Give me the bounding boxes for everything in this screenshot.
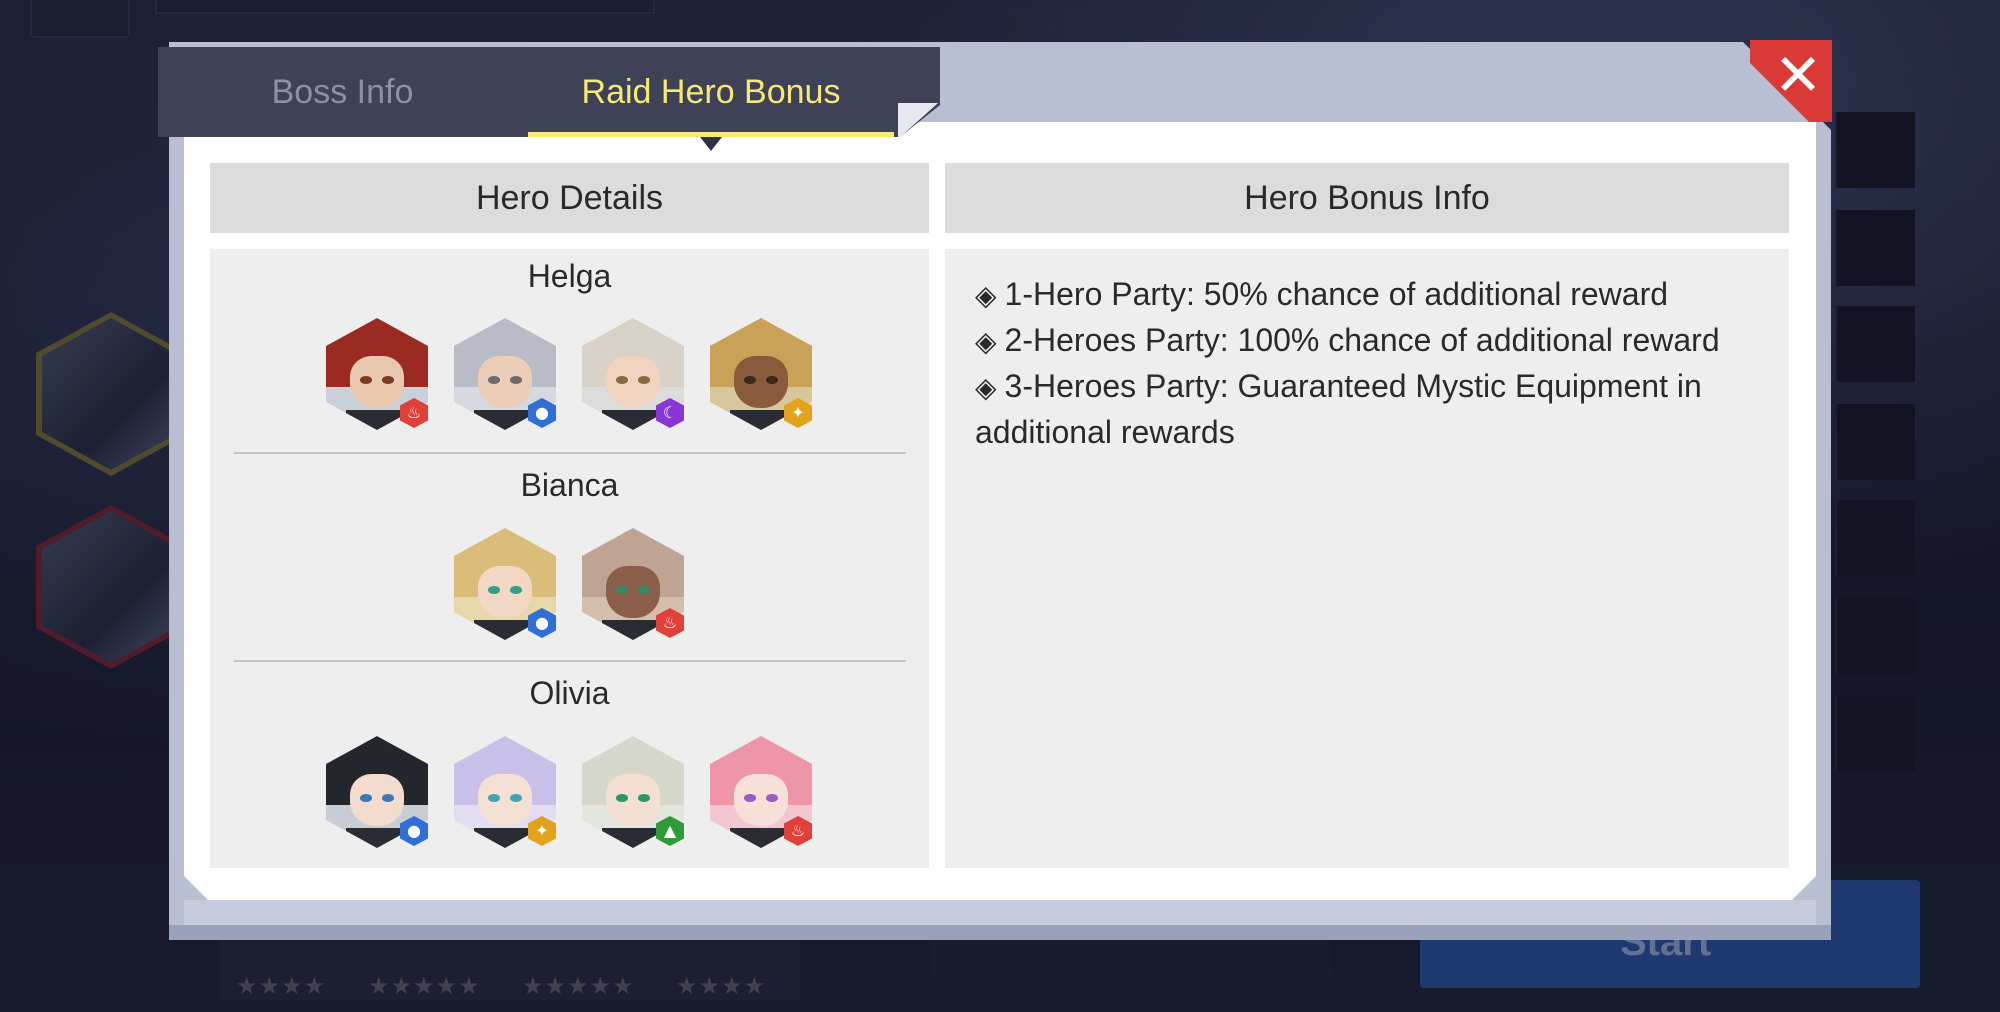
hero-face xyxy=(478,774,532,826)
diamond-bullet-icon: ◈ xyxy=(975,325,997,358)
hero-face xyxy=(734,356,788,408)
hero-face xyxy=(606,566,660,618)
hero-group-name: Olivia xyxy=(529,675,610,711)
hero-portrait[interactable]: ♨ xyxy=(582,528,684,640)
bonus-text: additional rewards xyxy=(975,414,1235,450)
hero-collar xyxy=(730,409,792,430)
hero-portrait[interactable]: ● xyxy=(454,528,556,640)
modal-frame xyxy=(169,925,1831,940)
hero-eye xyxy=(615,794,628,803)
bonus-text: 2-Heroes Party: 100% chance of additiona… xyxy=(1004,322,1720,358)
hero-face xyxy=(478,356,532,408)
hero-eye xyxy=(359,794,372,803)
hero-eye xyxy=(487,376,500,385)
hero-portrait[interactable]: ☾ xyxy=(582,318,684,430)
group-divider xyxy=(234,660,906,662)
hero-details-panel xyxy=(210,249,929,868)
hero-face xyxy=(478,566,532,618)
diamond-bullet-icon: ◈ xyxy=(975,279,997,312)
hero-face xyxy=(606,774,660,826)
hero-portrait[interactable]: ▲ xyxy=(582,736,684,848)
hero-group-name: Helga xyxy=(527,258,612,294)
bonus-line: additional rewards xyxy=(975,410,1775,455)
tab-raid-hero-bonus[interactable]: Raid Hero Bonus xyxy=(528,47,894,137)
hero-eye xyxy=(615,586,628,595)
hero-face xyxy=(350,774,404,826)
hero-portrait[interactable]: ● xyxy=(326,736,428,848)
tab-boss-info[interactable]: Boss Info xyxy=(200,47,485,137)
hero-collar xyxy=(602,827,664,848)
hero-eye xyxy=(487,586,500,595)
hero-collar xyxy=(602,619,664,640)
hero-eye xyxy=(743,794,756,803)
group-divider xyxy=(234,452,906,454)
hero-group-name: Bianca xyxy=(520,467,619,503)
bonus-list: ◈ 1-Hero Party: 50% chance of additional … xyxy=(975,272,1775,455)
hero-portrait[interactable]: ✦ xyxy=(710,318,812,430)
hero-collar xyxy=(730,827,792,848)
hero-collar xyxy=(346,827,408,848)
hero-eye xyxy=(487,794,500,803)
hero-eye xyxy=(615,376,628,385)
hero-collar xyxy=(474,409,536,430)
hero-portrait[interactable]: ● xyxy=(454,318,556,430)
bonus-line: ◈ 1-Hero Party: 50% chance of additional … xyxy=(975,272,1775,318)
hero-collar xyxy=(474,619,536,640)
hero-collar xyxy=(602,409,664,430)
hero-face xyxy=(606,356,660,408)
bonus-line: ◈ 2-Heroes Party: 100% chance of addition… xyxy=(975,318,1775,364)
hero-portrait[interactable]: ♨ xyxy=(710,736,812,848)
diamond-bullet-icon: ◈ xyxy=(975,371,997,404)
bonus-line: ◈ 3-Heroes Party: Guaranteed Mystic Equip… xyxy=(975,364,1775,410)
hero-details-header: Hero Details xyxy=(210,163,929,233)
hero-portrait[interactable]: ✦ xyxy=(454,736,556,848)
hero-portrait[interactable]: ♨ xyxy=(326,318,428,430)
close-icon[interactable]: ✕ xyxy=(1772,42,1824,108)
hero-collar xyxy=(346,409,408,430)
hero-eye xyxy=(359,376,372,385)
hero-eye xyxy=(743,376,756,385)
hero-face xyxy=(734,774,788,826)
hero-bonus-info-header: Hero Bonus Info xyxy=(945,163,1789,233)
hero-collar xyxy=(474,827,536,848)
active-tab-underline xyxy=(528,132,894,137)
bonus-text: 1-Hero Party: 50% chance of additional r… xyxy=(1004,276,1669,312)
modal-footer xyxy=(184,900,1816,925)
hero-face xyxy=(350,356,404,408)
bonus-text: 3-Heroes Party: Guaranteed Mystic Equipm… xyxy=(1004,368,1702,404)
